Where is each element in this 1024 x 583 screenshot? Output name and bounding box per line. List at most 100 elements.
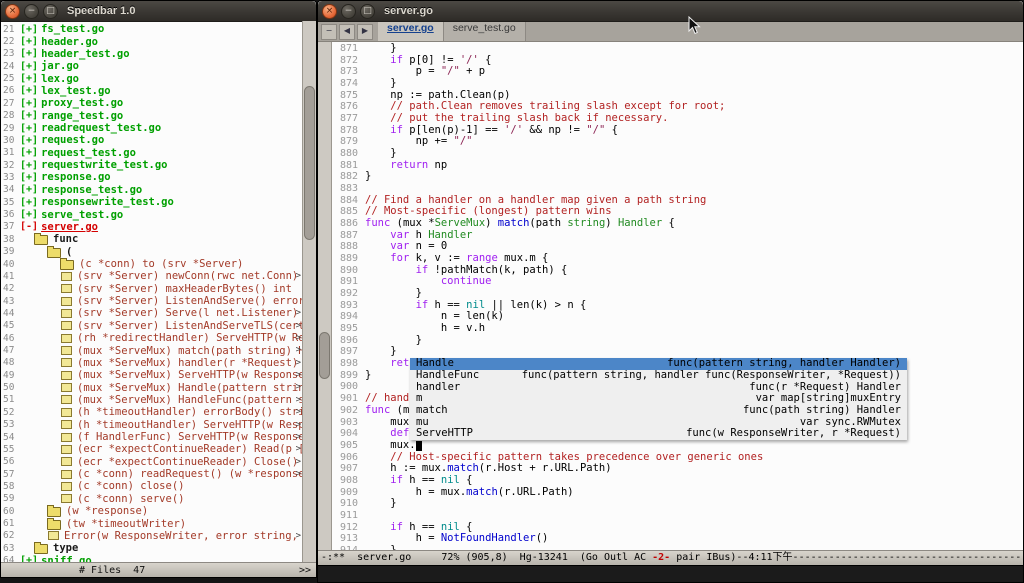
folder-icon[interactable] (34, 544, 48, 554)
tag-tree-item[interactable]: 56(ecr *expectContinueReader) Close() e> (1, 456, 302, 468)
tag-tree-item[interactable]: 53(h *timeoutHandler) ServeHTTP(w Respo> (1, 419, 302, 431)
expand-icon[interactable]: [+] (20, 135, 38, 146)
file-tree-item[interactable]: 22[+]header.go (1, 35, 302, 47)
tabbar-dash-icon[interactable]: − (321, 24, 337, 40)
expand-icon[interactable]: [+] (20, 110, 38, 121)
speedbar-titlebar[interactable]: × − □ Speedbar 1.0 (1, 1, 316, 22)
folder-icon[interactable] (47, 520, 61, 530)
file-tree-item[interactable]: 35[+]responsewrite_test.go (1, 196, 302, 208)
file-tree-item[interactable]: 25[+]lex.go (1, 72, 302, 84)
expand-icon[interactable]: [+] (20, 123, 38, 134)
expand-icon[interactable]: [+] (20, 98, 38, 109)
expand-icon[interactable]: [+] (20, 197, 38, 208)
tag-tree-item[interactable]: 48(mux *ServeMux) handler(r *Request) H> (1, 357, 302, 369)
expand-icon[interactable]: [+] (20, 209, 38, 220)
tag-tree-item[interactable]: 41(srv *Server) newConn(rwc net.Conn) (> (1, 270, 302, 282)
tag-tree-item[interactable]: 61(tw *timeoutWriter) (1, 517, 302, 529)
tag-group-item[interactable]: 63type (1, 542, 302, 554)
tag-tree-item[interactable]: 46(rh *redirectHandler) ServeHTTP(w Res> (1, 332, 302, 344)
tag-tree-item[interactable]: 42(srv *Server) maxHeaderBytes() int (1, 283, 302, 295)
file-tree-item[interactable]: 30[+]request.go (1, 134, 302, 146)
folder-icon[interactable] (47, 248, 61, 258)
code-area[interactable]: 871 }872 if p[0] != '/' {873 p = "/" + p… (332, 42, 1023, 550)
tag-tree-item[interactable]: 51(mux *ServeMux) HandleFunc(pattern st> (1, 394, 302, 406)
expand-icon[interactable]: [+] (20, 73, 38, 84)
tag-icon[interactable] (61, 334, 72, 343)
tag-icon[interactable] (61, 395, 72, 404)
minimize-button[interactable]: − (341, 4, 356, 19)
file-tree-item[interactable]: 37[-]server.go (1, 221, 302, 233)
tag-group-item[interactable]: 38func (1, 233, 302, 245)
tag-tree-item[interactable]: 60(w *response) (1, 505, 302, 517)
tag-tree-item[interactable]: 43(srv *Server) ListenAndServe() error (1, 295, 302, 307)
file-tree-item[interactable]: 29[+]readrequest_test.go (1, 122, 302, 134)
tag-icon[interactable] (61, 383, 72, 392)
close-button[interactable]: × (322, 4, 337, 19)
tag-icon[interactable] (61, 358, 72, 367)
tag-tree-item[interactable]: 59(c *conn) serve() (1, 493, 302, 505)
tag-icon[interactable] (61, 297, 72, 306)
tag-icon[interactable] (61, 457, 72, 466)
code-line[interactable]: 914 } (332, 545, 1023, 550)
code-line[interactable]: 873 p = "/" + p (332, 66, 1023, 78)
tag-icon[interactable] (61, 371, 72, 380)
code-line[interactable]: 910 } (332, 498, 1023, 510)
tag-tree-item[interactable]: 44(srv *Server) Serve(l net.Listener) e> (1, 307, 302, 319)
speedbar-next-button[interactable]: >> (299, 565, 316, 576)
collapse-icon[interactable]: [-] (20, 221, 38, 232)
tag-tree-item[interactable]: 62Error(w ResponseWriter, error string, … (1, 530, 302, 542)
tag-tree-item[interactable]: 40(c *conn) to (srv *Server) (1, 258, 302, 270)
file-tree-item[interactable]: 27[+]proxy_test.go (1, 97, 302, 109)
code-line[interactable]: 881 return np (332, 160, 1023, 172)
expand-icon[interactable]: [+] (20, 24, 38, 35)
tag-tree-item[interactable]: 45(srv *Server) ListenAndServeTLS(certF> (1, 320, 302, 332)
tag-tree-item[interactable]: 49(mux *ServeMux) ServeHTTP(w ResponseW> (1, 369, 302, 381)
tag-tree-item[interactable]: 57(c *conn) readRequest() (w *response,> (1, 468, 302, 480)
tag-tree-item[interactable]: 47(mux *ServeMux) match(path string) Ha> (1, 344, 302, 356)
expand-icon[interactable]: [+] (20, 160, 38, 171)
completion-item[interactable]: matchfunc(path string) Handler (410, 405, 907, 417)
close-button[interactable]: × (5, 4, 20, 19)
file-tree-item[interactable]: 28[+]range_test.go (1, 110, 302, 122)
tag-icon[interactable] (61, 346, 72, 355)
tabbar-scroll-right-icon[interactable]: ▶ (357, 24, 373, 40)
expand-icon[interactable]: [+] (20, 147, 38, 158)
expand-icon[interactable]: [+] (20, 48, 38, 59)
code-line[interactable]: 891 continue (332, 276, 1023, 288)
tag-icon[interactable] (61, 420, 72, 429)
file-tree-item[interactable]: 36[+]serve_test.go (1, 208, 302, 220)
editor-titlebar[interactable]: × − □ server.go (318, 1, 1023, 22)
code-line[interactable]: 909 h = mux.match(r.URL.Path) (332, 487, 1023, 499)
file-tree-item[interactable]: 34[+]response_test.go (1, 184, 302, 196)
tag-icon[interactable] (61, 284, 72, 293)
scrollbar-thumb[interactable] (319, 332, 330, 380)
expand-icon[interactable]: [+] (20, 85, 38, 96)
tag-tree-item[interactable]: 54(f HandlerFunc) ServeHTTP(w ResponseW> (1, 431, 302, 443)
tag-tree-item[interactable]: 50(mux *ServeMux) Handle(pattern string> (1, 381, 302, 393)
tag-icon[interactable] (61, 494, 72, 503)
file-tree-item[interactable]: 23[+]header_test.go (1, 48, 302, 60)
tag-icon[interactable] (61, 445, 72, 454)
scrollbar-thumb[interactable] (304, 86, 315, 240)
tag-icon[interactable] (61, 433, 72, 442)
folder-icon[interactable] (34, 235, 48, 245)
expand-icon[interactable]: [+] (20, 184, 38, 195)
tag-group-item[interactable]: 39( (1, 245, 302, 257)
file-tree-item[interactable]: 26[+]lex_test.go (1, 85, 302, 97)
file-tree-item[interactable]: 24[+]jar.go (1, 60, 302, 72)
code-line[interactable]: 896 } (332, 335, 1023, 347)
completion-item[interactable]: ServeHTTPfunc(w ResponseWriter, r *Reque… (410, 428, 907, 440)
tag-tree-item[interactable]: 55(ecr *expectContinueReader) Read(p []> (1, 443, 302, 455)
editor-tab[interactable]: server.go (378, 22, 444, 41)
tag-icon[interactable] (61, 309, 72, 318)
tag-icon[interactable] (61, 470, 72, 479)
expand-icon[interactable]: [+] (20, 61, 38, 72)
editor-scrollbar[interactable] (318, 42, 332, 550)
tag-icon[interactable] (61, 272, 72, 281)
tag-icon[interactable] (48, 531, 59, 540)
tag-icon[interactable] (61, 408, 72, 417)
tag-icon[interactable] (61, 482, 72, 491)
code-line[interactable]: 913 h = NotFoundHandler() (332, 533, 1023, 545)
tabbar-scroll-left-icon[interactable]: ◀ (339, 24, 355, 40)
tag-icon[interactable] (61, 321, 72, 330)
